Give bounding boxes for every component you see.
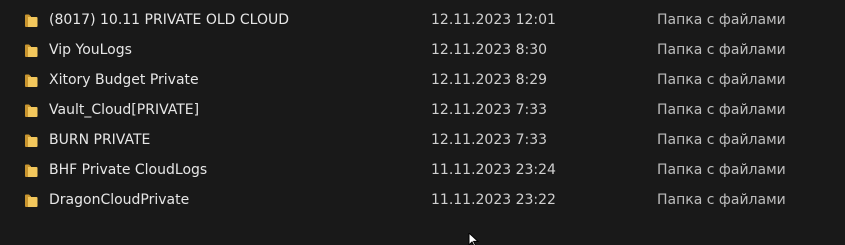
item-name: Vip YouLogs: [49, 42, 132, 58]
item-type: Папка с файлами: [657, 162, 786, 178]
item-type: Папка с файлами: [657, 132, 786, 148]
item-name: Vault_Cloud[PRIVATE]: [49, 102, 200, 118]
file-list: (8017) 10.11 PRIVATE OLD CLOUD 12.11.202…: [0, 6, 845, 216]
item-modified-date: 12.11.2023 7:33: [431, 102, 548, 118]
list-item[interactable]: BHF Private CloudLogs 11.11.2023 23:24 П…: [0, 156, 845, 186]
folder-icon: [25, 134, 38, 147]
mouse-cursor-icon: [468, 233, 480, 245]
item-modified-date: 12.11.2023 7:33: [431, 132, 548, 148]
folder-icon: [25, 194, 38, 207]
file-explorer-view: (8017) 10.11 PRIVATE OLD CLOUD 12.11.202…: [0, 0, 845, 245]
item-type: Папка с файлами: [657, 72, 786, 88]
folder-icon: [25, 164, 38, 177]
item-type: Папка с файлами: [657, 192, 786, 208]
folder-icon: [25, 14, 38, 27]
list-item[interactable]: Vip YouLogs 12.11.2023 8:30 Папка с файл…: [0, 36, 845, 66]
list-item[interactable]: DragonCloudPrivate 11.11.2023 23:22 Папк…: [0, 186, 845, 216]
item-name: DragonCloudPrivate: [49, 192, 190, 208]
item-name: BHF Private CloudLogs: [49, 162, 208, 178]
folder-icon: [25, 104, 38, 117]
item-modified-date: 11.11.2023 23:22: [431, 192, 556, 208]
item-type: Папка с файлами: [657, 102, 786, 118]
list-item[interactable]: Vault_Cloud[PRIVATE] 12.11.2023 7:33 Пап…: [0, 96, 845, 126]
item-type: Папка с файлами: [657, 42, 786, 58]
item-name: Xitory Budget Private: [49, 72, 199, 88]
list-item[interactable]: BURN PRIVATE 12.11.2023 7:33 Папка с фай…: [0, 126, 845, 156]
item-modified-date: 12.11.2023 8:29: [431, 72, 548, 88]
item-name: (8017) 10.11 PRIVATE OLD CLOUD: [49, 12, 290, 28]
list-item[interactable]: Xitory Budget Private 12.11.2023 8:29 Па…: [0, 66, 845, 96]
item-type: Папка с файлами: [657, 12, 786, 28]
item-modified-date: 11.11.2023 23:24: [431, 162, 556, 178]
item-modified-date: 12.11.2023 12:01: [431, 12, 556, 28]
folder-icon: [25, 74, 38, 87]
item-modified-date: 12.11.2023 8:30: [431, 42, 548, 58]
list-item[interactable]: (8017) 10.11 PRIVATE OLD CLOUD 12.11.202…: [0, 6, 845, 36]
folder-icon: [25, 44, 38, 57]
item-name: BURN PRIVATE: [49, 132, 151, 148]
